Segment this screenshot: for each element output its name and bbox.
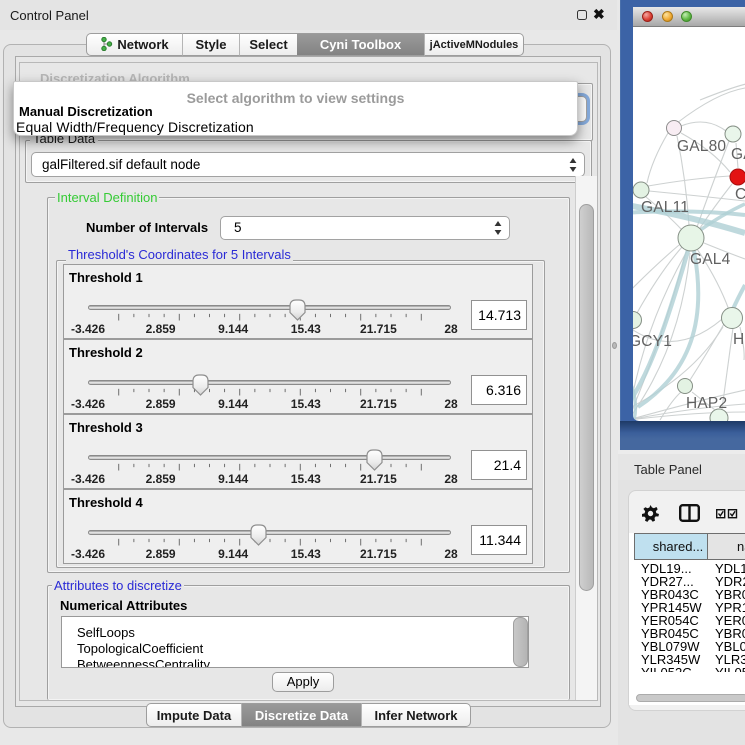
svg-text:GCY1: GCY1 xyxy=(633,333,672,350)
svg-text:HAP2: HAP2 xyxy=(686,395,727,412)
svg-text:HI: HI xyxy=(733,331,745,348)
svg-text:GAL11: GAL11 xyxy=(641,199,689,216)
svg-text:C: C xyxy=(735,186,745,203)
svg-text:GAL4: GAL4 xyxy=(690,251,731,268)
svg-text:GA: GA xyxy=(731,146,745,163)
svg-text:GAL80: GAL80 xyxy=(677,138,726,155)
